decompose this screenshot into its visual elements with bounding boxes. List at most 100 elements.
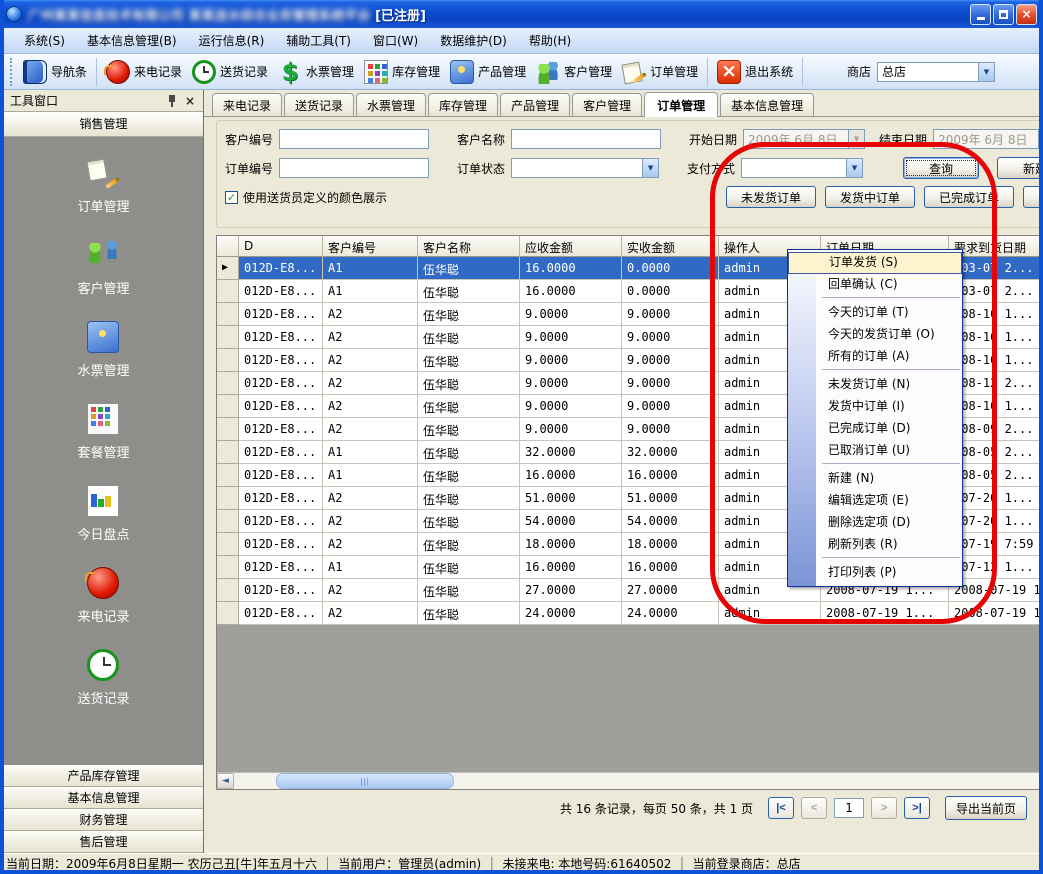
- tab[interactable]: 库存管理: [428, 93, 498, 116]
- toolbar-delivery-records[interactable]: 送货记录: [187, 58, 273, 86]
- row-selector[interactable]: ▶: [217, 372, 239, 395]
- scrollbar-track[interactable]: [234, 773, 1043, 789]
- row-selector[interactable]: ▶: [217, 464, 239, 487]
- customer-no-input[interactable]: [279, 129, 429, 149]
- menu-today-orders[interactable]: 今天的订单 (T): [788, 302, 962, 324]
- row-selector[interactable]: ▶: [217, 418, 239, 441]
- context-menu-item[interactable]: [822, 369, 960, 373]
- chevron-down-icon[interactable]: ▼: [642, 159, 658, 177]
- new-button[interactable]: 新建: [997, 157, 1043, 179]
- context-menu-item[interactable]: [822, 297, 960, 301]
- prev-page-button[interactable]: <: [801, 797, 827, 819]
- menu-bar-item[interactable]: 帮助(H): [519, 28, 581, 53]
- column-header[interactable]: 要求到货日期: [949, 236, 1043, 257]
- toolbar-water-ticket[interactable]: 水票管理: [273, 58, 359, 86]
- row-selector[interactable]: ▶: [217, 533, 239, 556]
- toolbar-orders[interactable]: 订单管理: [617, 58, 703, 86]
- row-selector[interactable]: ▶: [217, 441, 239, 464]
- column-header[interactable]: 实收金额: [622, 236, 719, 257]
- table-row[interactable]: ▶ 012D-E8... A2 伍华聪 24.0000 24.0000 admi…: [217, 602, 1043, 625]
- column-header[interactable]: 应收金额: [520, 236, 622, 257]
- sidebar-item-today-inventory[interactable]: 今日盘点: [77, 485, 129, 543]
- row-selector[interactable]: ▶: [217, 349, 239, 372]
- menu-new[interactable]: 新建 (N): [788, 468, 962, 490]
- sidebar-item-delivery-records[interactable]: 送货记录: [77, 649, 129, 707]
- checkbox-checked-icon[interactable]: ✓: [225, 191, 238, 204]
- page-number-input[interactable]: [834, 798, 864, 818]
- menu-print-list[interactable]: 打印列表 (P): [788, 562, 962, 584]
- completed-orders-button[interactable]: 已完成订单: [924, 186, 1014, 208]
- next-page-button[interactable]: >: [871, 797, 897, 819]
- menu-all-orders[interactable]: 所有的订单 (A): [788, 346, 962, 368]
- menu-bar-item[interactable]: 运行信息(R): [189, 28, 275, 53]
- column-header[interactable]: 客户名称: [418, 236, 520, 257]
- toolbar-nav-bar[interactable]: 导航条: [18, 58, 92, 86]
- menu-order-ship[interactable]: 订单发货 (S): [788, 252, 962, 274]
- order-no-input[interactable]: [279, 158, 429, 178]
- column-header[interactable]: D: [239, 236, 323, 257]
- sidebar-item-package-management[interactable]: 套餐管理: [77, 403, 129, 461]
- sidebar-item-order-management[interactable]: 订单管理: [77, 157, 129, 215]
- last-page-button[interactable]: >|: [904, 797, 930, 819]
- chevron-down-icon[interactable]: ▼: [978, 63, 994, 81]
- scroll-left-icon[interactable]: ◄: [217, 773, 234, 789]
- tab[interactable]: 基本信息管理: [720, 93, 814, 116]
- customer-name-input[interactable]: [511, 129, 661, 149]
- menu-today-ship-orders[interactable]: 今天的发货订单 (O): [788, 324, 962, 346]
- order-status-select[interactable]: ▼: [511, 158, 659, 178]
- menu-edit-selected[interactable]: 编辑选定项 (E): [788, 490, 962, 512]
- close-button[interactable]: ×: [1016, 4, 1037, 25]
- scrollbar-thumb[interactable]: [276, 773, 454, 789]
- row-selector[interactable]: ▶: [217, 303, 239, 326]
- row-selector[interactable]: ▶: [217, 602, 239, 625]
- menu-receipt-confirm[interactable]: 回单确认 (C): [788, 274, 962, 296]
- row-selector[interactable]: ▶: [217, 579, 239, 602]
- pin-icon[interactable]: [167, 95, 177, 107]
- menu-bar-item[interactable]: 辅助工具(T): [276, 28, 361, 53]
- tab[interactable]: 客户管理: [572, 93, 642, 116]
- tab[interactable]: 水票管理: [356, 93, 426, 116]
- menu-bar-item[interactable]: 系统(S): [14, 28, 75, 53]
- toolbar-customers[interactable]: 客户管理: [531, 58, 617, 86]
- row-selector[interactable]: ▶: [217, 257, 239, 280]
- cancelled-orders-button[interactable]: 已取消订单: [1023, 186, 1043, 208]
- row-selector[interactable]: ▶: [217, 395, 239, 418]
- horizontal-scrollbar[interactable]: ◄ ►: [217, 772, 1043, 789]
- start-date-picker[interactable]: 2009年 6月 8日 ▼: [743, 129, 865, 149]
- tab[interactable]: 来电记录: [212, 93, 282, 116]
- sidebar-item-water-ticket-management[interactable]: 水票管理: [77, 321, 129, 379]
- shop-select[interactable]: 总店 ▼: [877, 62, 995, 82]
- row-selector[interactable]: ▶: [217, 326, 239, 349]
- toolbar-products[interactable]: 产品管理: [445, 58, 531, 86]
- end-date-picker[interactable]: 2009年 6月 8日 ▼: [933, 129, 1043, 149]
- sidebar-section-bar[interactable]: 售后管理: [4, 831, 203, 853]
- unshipped-orders-button[interactable]: 未发货订单: [726, 186, 816, 208]
- context-menu-item[interactable]: [822, 557, 960, 561]
- query-button[interactable]: 查询: [903, 157, 979, 179]
- sidebar-close-icon[interactable]: ×: [183, 94, 197, 108]
- menu-shipping-orders[interactable]: 发货中订单 (I): [788, 396, 962, 418]
- sidebar-section-bar[interactable]: 基本信息管理: [4, 787, 203, 809]
- delivery-color-checkbox[interactable]: ✓ 使用送货员定义的颜色展示: [225, 189, 387, 206]
- row-selector[interactable]: ▶: [217, 556, 239, 579]
- sidebar-section-bar[interactable]: 财务管理: [4, 809, 203, 831]
- menu-delete-selected[interactable]: 删除选定项 (D): [788, 512, 962, 534]
- sidebar-item-customer-management[interactable]: 客户管理: [77, 239, 129, 297]
- row-selector[interactable]: ▶: [217, 280, 239, 303]
- export-current-page-button[interactable]: 导出当前页: [945, 796, 1027, 820]
- tab[interactable]: 送货记录: [284, 93, 354, 116]
- maximize-button[interactable]: [993, 4, 1014, 25]
- toolbar-grip[interactable]: [10, 58, 14, 86]
- first-page-button[interactable]: |<: [768, 797, 794, 819]
- sidebar-section-sales[interactable]: 销售管理: [4, 112, 203, 137]
- menu-completed-orders[interactable]: 已完成订单 (D): [788, 418, 962, 440]
- menu-bar-item[interactable]: 窗口(W): [363, 28, 428, 53]
- menu-refresh-list[interactable]: 刷新列表 (R): [788, 534, 962, 556]
- toolbar-button[interactable]: [802, 58, 803, 86]
- row-selector[interactable]: ▶: [217, 510, 239, 533]
- toolbar-button[interactable]: [96, 58, 97, 86]
- title-bar[interactable]: 广州某某信息技术有限公司 某某送水综合业务管理系统平台 [已注册] ×: [0, 0, 1043, 28]
- pay-method-select[interactable]: ▼: [741, 158, 863, 178]
- chevron-down-icon[interactable]: ▼: [846, 159, 862, 177]
- row-selector[interactable]: ▶: [217, 487, 239, 510]
